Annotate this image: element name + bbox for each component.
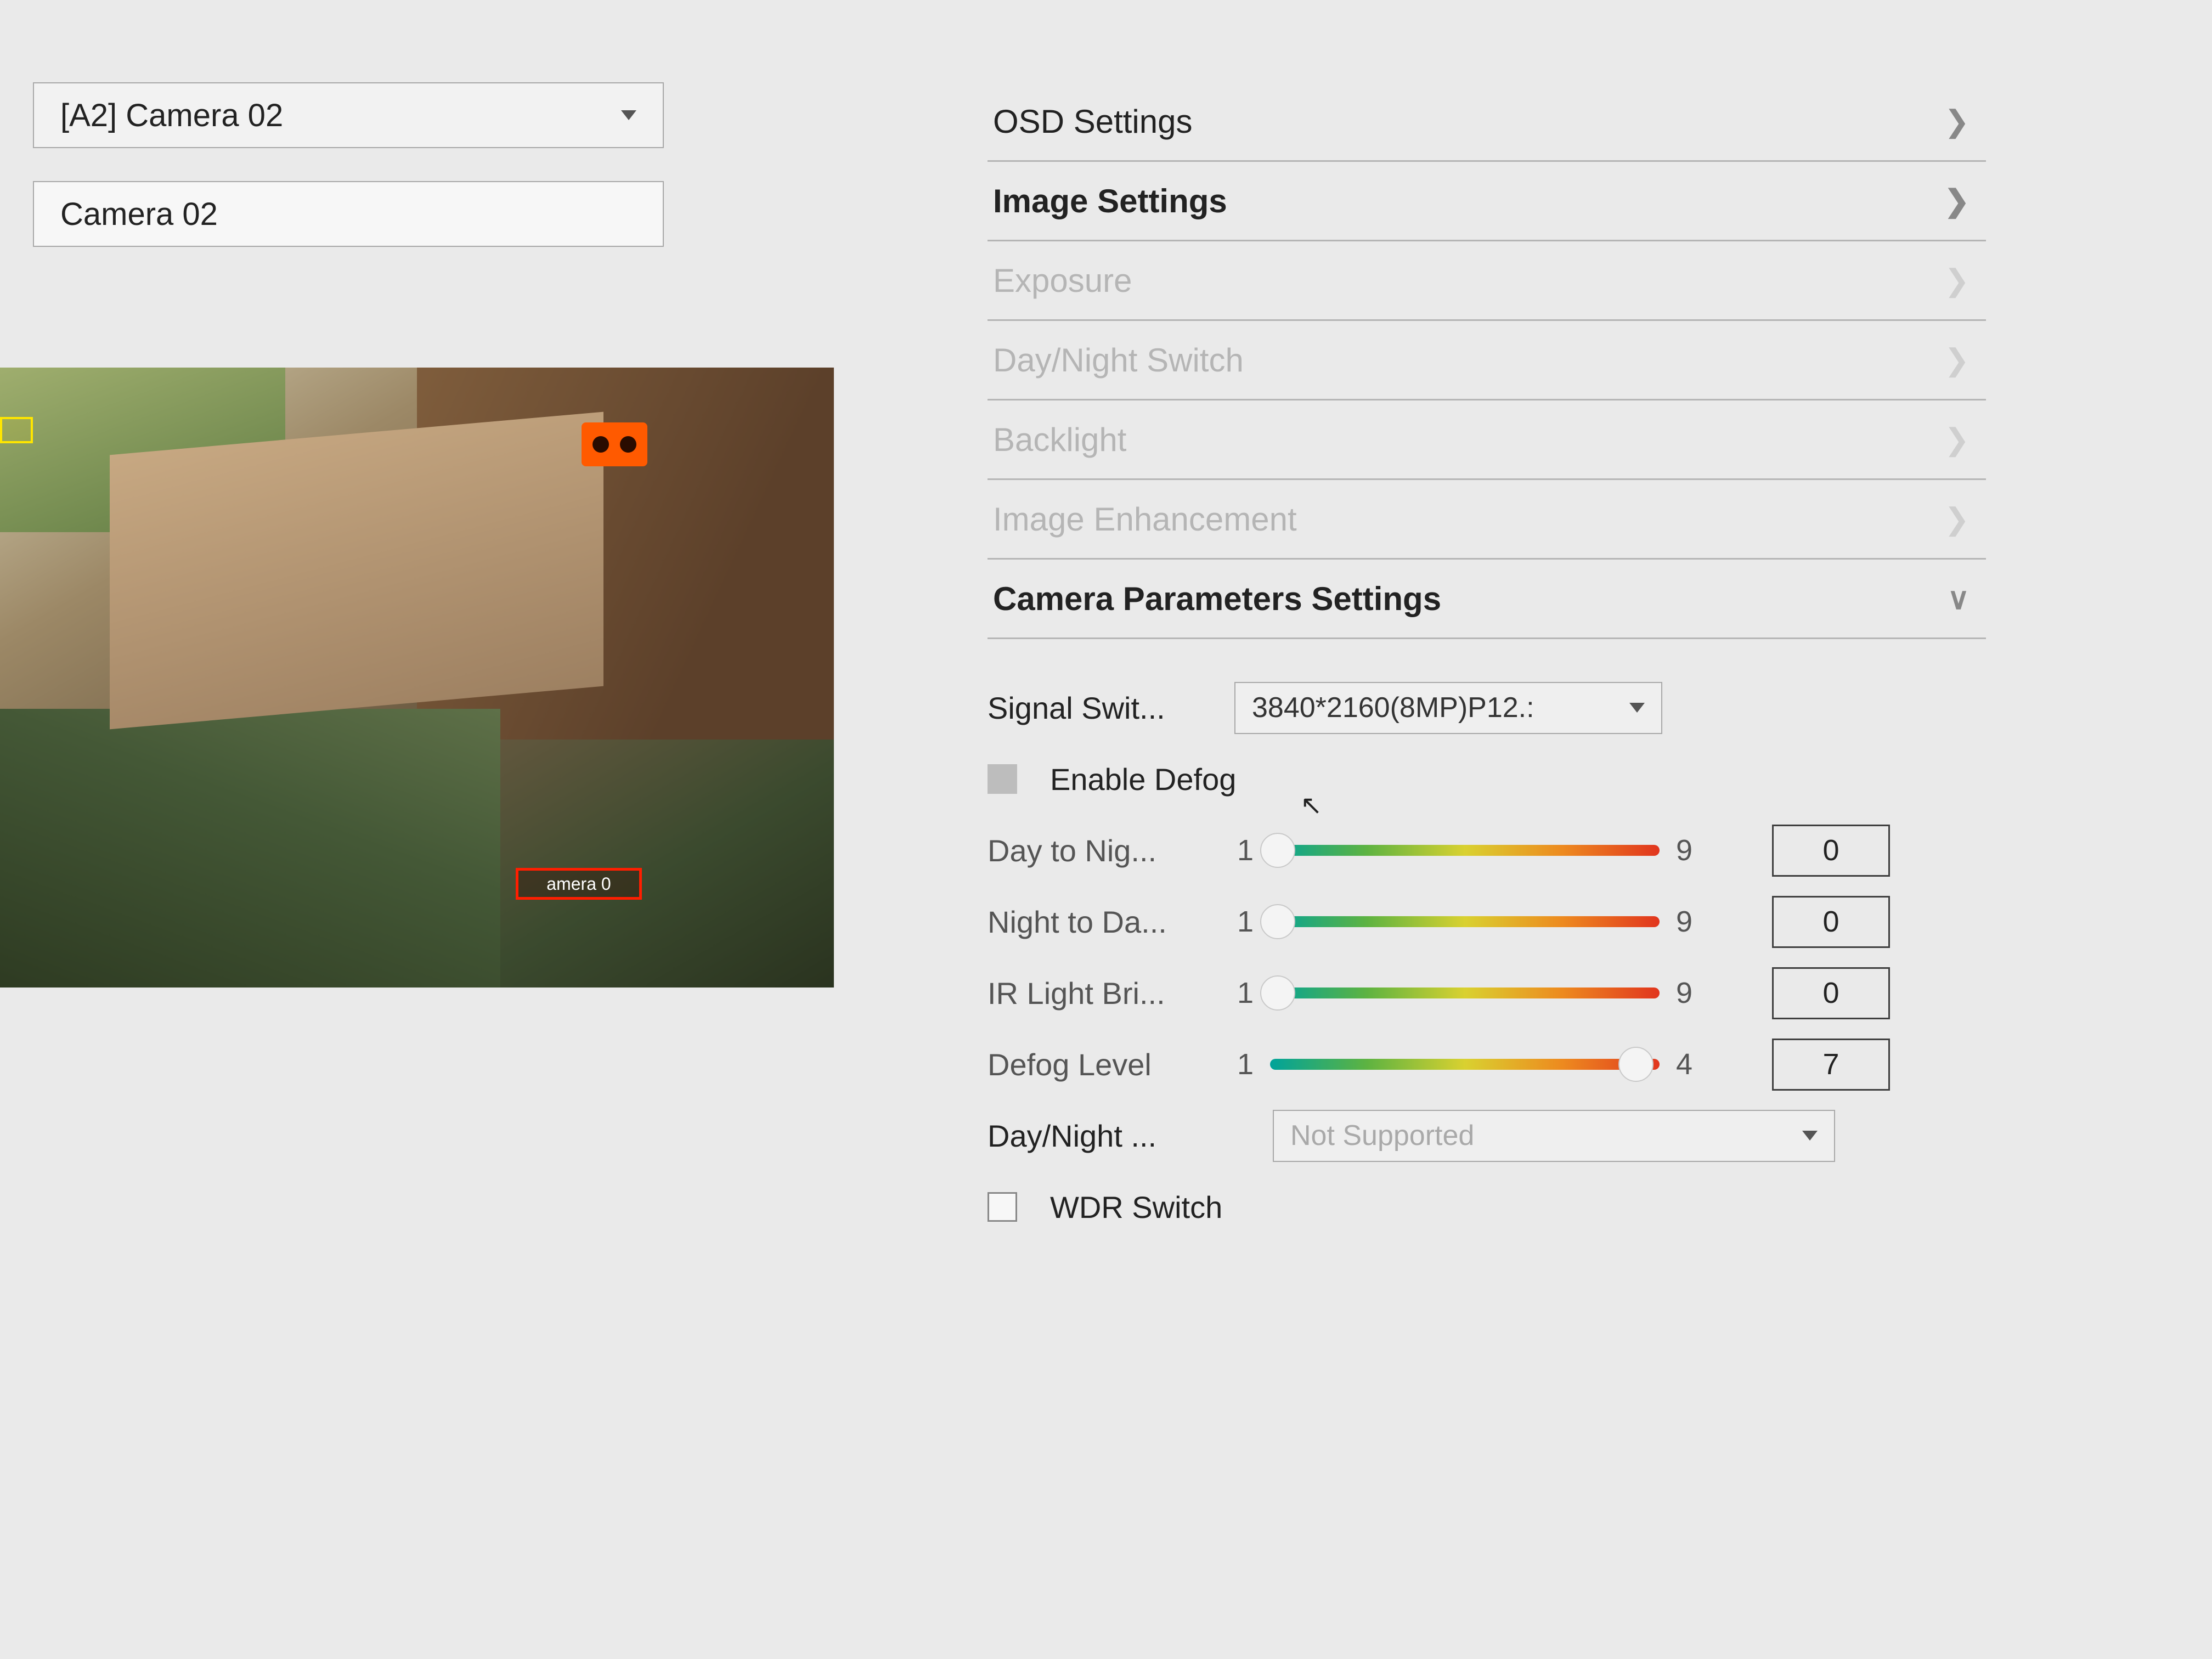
night-to-day-value[interactable]: 0 <box>1772 896 1890 948</box>
backlight-label: Backlight <box>993 421 1126 459</box>
signal-switch-dropdown[interactable]: 3840*2160(8MP)P12.: <box>1234 682 1662 734</box>
chevron-right-icon: ❯ <box>1944 104 1970 139</box>
slider-min: 1 <box>1234 976 1256 1010</box>
night-to-day-slider-line: Night to Da... 1 9 0 <box>988 886 1986 957</box>
wdr-switch-checkbox[interactable] <box>988 1192 1017 1222</box>
exposure-row: Exposure ❯ <box>988 241 1986 321</box>
ir-light-slider[interactable] <box>1270 988 1660 998</box>
caret-down-icon <box>1802 1131 1818 1141</box>
exposure-label: Exposure <box>993 262 1132 300</box>
slider-thumb[interactable] <box>1618 1047 1654 1082</box>
signal-switch-label: Signal Swit... <box>988 690 1218 726</box>
cursor-pointer-icon: ↖ <box>1300 790 1322 821</box>
ir-light-label: IR Light Bri... <box>988 975 1218 1011</box>
backlight-row: Backlight ❯ <box>988 400 1986 480</box>
defog-level-slider[interactable] <box>1270 1059 1660 1070</box>
enable-defog-checkbox[interactable] <box>988 764 1017 794</box>
day-to-night-slider[interactable] <box>1270 845 1660 856</box>
defog-level-label: Defog Level <box>988 1047 1218 1082</box>
slider-max: 9 <box>1673 905 1695 939</box>
day-night-mode-label: Day/Night ... <box>988 1118 1256 1154</box>
slider-min: 1 <box>1234 905 1256 939</box>
chevron-down-icon: ∨ <box>1948 581 1970 616</box>
enable-defog-label: Enable Defog <box>1050 761 1236 797</box>
ir-light-slider-line: IR Light Bri... 1 9 0 <box>988 957 1986 1029</box>
day-to-night-slider-line: Day to Nig... 1 9 0 <box>988 815 1986 886</box>
camera-parameters-body: Signal Swit... 3840*2160(8MP)P12.: Enabl… <box>988 639 1986 1243</box>
defog-level-slider-line: Defog Level 1 4 7 <box>988 1029 1986 1100</box>
chevron-right-icon: ❯ <box>1944 183 1970 218</box>
slider-thumb[interactable] <box>1260 904 1295 939</box>
camera-parameters-label: Camera Parameters Settings <box>993 580 1441 618</box>
slider-max: 9 <box>1673 833 1695 867</box>
camera-select-value: [A2] Camera 02 <box>60 97 283 134</box>
day-night-mode-dropdown[interactable]: Not Supported <box>1273 1110 1835 1162</box>
camera-parameters-row[interactable]: Camera Parameters Settings ∨ <box>988 560 1986 639</box>
chevron-right-icon: ❯ <box>1944 422 1970 457</box>
day-to-night-label: Day to Nig... <box>988 833 1218 868</box>
chevron-right-icon: ❯ <box>1944 263 1970 298</box>
day-night-mode-line: Day/Night ... Not Supported <box>988 1100 1986 1171</box>
slider-thumb[interactable] <box>1260 833 1295 868</box>
wdr-switch-label: WDR Switch <box>1050 1189 1222 1225</box>
image-enhancement-row: Image Enhancement ❯ <box>988 480 1986 560</box>
night-to-day-label: Night to Da... <box>988 904 1218 940</box>
preview-camera-name-overlay: amera 0 <box>516 868 642 900</box>
recording-indicator-icon <box>582 422 647 466</box>
day-night-switch-row: Day/Night Switch ❯ <box>988 321 1986 400</box>
signal-switch-value: 3840*2160(8MP)P12.: <box>1252 691 1534 724</box>
image-settings-row[interactable]: Image Settings ❯ <box>988 162 1986 241</box>
osd-settings-row[interactable]: OSD Settings ❯ <box>988 82 1986 162</box>
day-to-night-value[interactable]: 0 <box>1772 825 1890 877</box>
chevron-right-icon: ❯ <box>1944 501 1970 537</box>
caret-down-icon <box>1629 703 1645 713</box>
camera-name-input[interactable]: Camera 02 <box>33 181 664 247</box>
caret-down-icon <box>621 110 636 120</box>
preview-detection-box-icon <box>0 417 33 443</box>
defog-level-value[interactable]: 7 <box>1772 1039 1890 1091</box>
signal-switch-line: Signal Swit... 3840*2160(8MP)P12.: <box>988 672 1986 743</box>
slider-min: 1 <box>1234 1047 1256 1081</box>
camera-preview[interactable]: amera 0 <box>0 368 834 988</box>
image-enhancement-label: Image Enhancement <box>993 500 1297 538</box>
chevron-right-icon: ❯ <box>1944 342 1970 377</box>
slider-min: 1 <box>1234 833 1256 867</box>
slider-max: 4 <box>1673 1047 1695 1081</box>
wdr-switch-line: WDR Switch <box>988 1171 1986 1243</box>
day-night-switch-label: Day/Night Switch <box>993 341 1244 379</box>
slider-thumb[interactable] <box>1260 975 1295 1011</box>
ir-light-value[interactable]: 0 <box>1772 967 1890 1019</box>
camera-name-value: Camera 02 <box>60 196 218 233</box>
enable-defog-line: Enable Defog ↖ <box>988 743 1986 815</box>
image-settings-label: Image Settings <box>993 182 1227 220</box>
day-night-mode-value: Not Supported <box>1290 1119 1474 1152</box>
camera-select-dropdown[interactable]: [A2] Camera 02 <box>33 82 664 148</box>
osd-settings-label: OSD Settings <box>993 103 1193 140</box>
preview-driveway <box>110 412 603 730</box>
slider-max: 9 <box>1673 976 1695 1010</box>
night-to-day-slider[interactable] <box>1270 916 1660 927</box>
